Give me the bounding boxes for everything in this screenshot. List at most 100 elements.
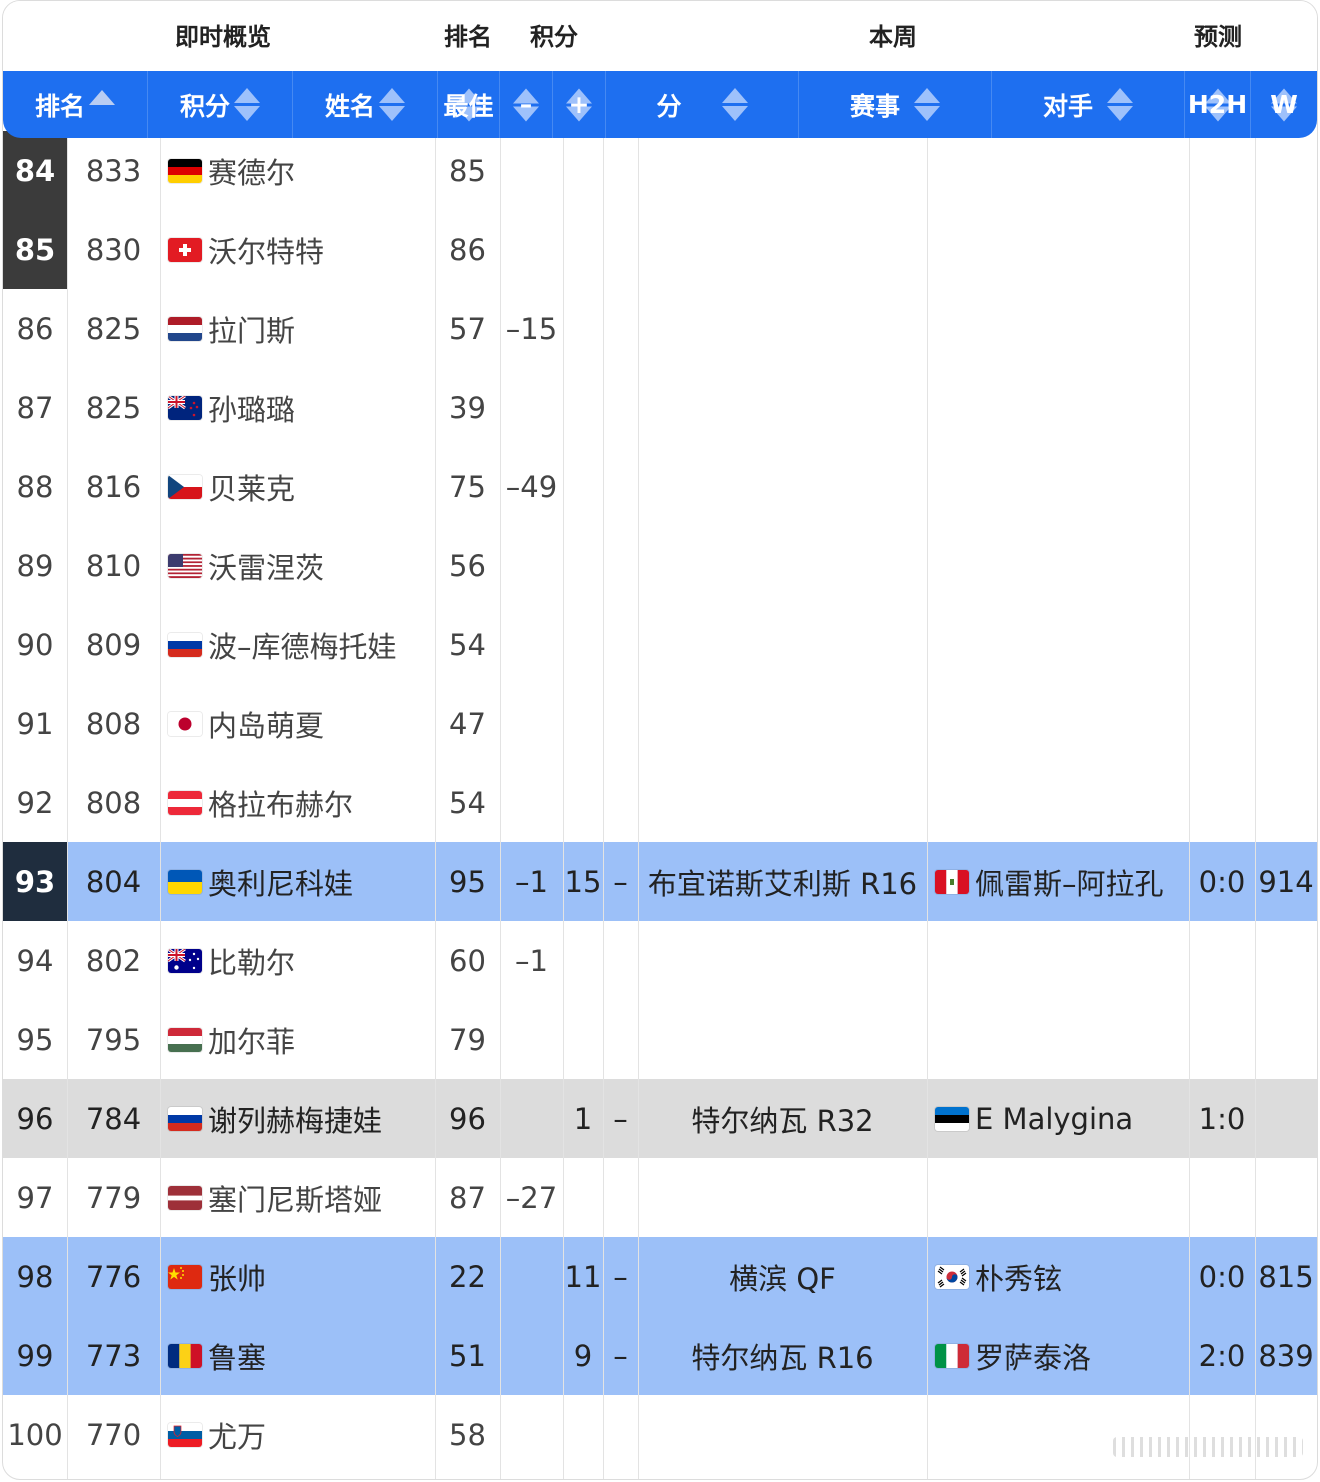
china-flag-icon <box>168 1264 202 1289</box>
table-row[interactable]: 94 802 比勒尔 60 –1 <box>3 921 1317 1000</box>
player-name-cell[interactable]: 张帅 <box>160 1237 435 1316</box>
rankings-table: 即时概览 排名 积分 本周 预测 排名 积分 姓名 最佳 – + 分 赛事 对手… <box>2 0 1318 1480</box>
player-name-cell[interactable]: 塞门尼斯塔娅 <box>160 1158 435 1237</box>
h2h-cell <box>1189 447 1255 526</box>
opponent-cell <box>927 1395 1189 1474</box>
austria-flag-icon <box>168 790 202 815</box>
netherlands-flag-icon <box>168 316 202 341</box>
player-name-cell[interactable]: 格拉布赫尔 <box>160 763 435 842</box>
next-points-cell <box>603 605 638 684</box>
player-name: 波–库德梅托娃 <box>208 629 397 664</box>
sort-plus-header[interactable]: + <box>553 71 606 138</box>
next-points-cell <box>603 1395 638 1474</box>
points-cell: 825 <box>85 390 142 425</box>
points-dropping-cell: –1 <box>515 943 548 978</box>
player-name-cell[interactable]: 沃雷涅茨 <box>160 526 435 605</box>
best-rank-cell: 51 <box>449 1338 486 1373</box>
player-name-cell[interactable]: 谢列赫梅捷娃 <box>160 1079 435 1158</box>
sort-event-header[interactable]: 赛事 <box>799 71 992 138</box>
w-points-cell <box>1255 1000 1317 1079</box>
rank-header-label: 排名 <box>34 91 85 121</box>
player-name-cell[interactable]: 尤万 <box>160 1395 435 1474</box>
player-name: 尤万 <box>208 1419 267 1454</box>
next-points-cell <box>603 684 638 763</box>
table-row[interactable]: 85 830 沃尔特特 86 <box>3 210 1317 289</box>
best-rank-cell: 39 <box>449 390 486 425</box>
table-row[interactable]: 84 833 赛德尔 85 <box>3 131 1317 210</box>
player-name-cell[interactable]: 内岛萌夏 <box>160 684 435 763</box>
rank-cell: 93 <box>3 842 67 921</box>
sort-name-header[interactable]: 姓名 <box>293 71 438 138</box>
sort-points-header[interactable]: 积分 <box>148 71 293 138</box>
points-cell: 830 <box>85 232 142 267</box>
sort-minus-header[interactable]: – <box>500 71 553 138</box>
table-row[interactable]: 97 779 塞门尼斯塔娅 87 –27 <box>3 1158 1317 1237</box>
w-points-cell <box>1255 368 1317 447</box>
player-name: 拉门斯 <box>208 313 296 348</box>
table-row[interactable]: 90 809 波–库德梅托娃 54 <box>3 605 1317 684</box>
rank-cell: 91 <box>16 706 54 741</box>
h2h-cell <box>1189 1000 1255 1079</box>
peru-flag-icon <box>935 869 969 894</box>
points-dropping-cell <box>500 1316 563 1395</box>
points-gained-cell <box>563 210 603 289</box>
best-rank-cell: 22 <box>449 1259 486 1294</box>
table-row[interactable]: 86 825 拉门斯 57 –15 <box>3 289 1317 368</box>
h2h-header-label: H2H <box>1187 90 1248 119</box>
table-row[interactable]: 87 825 孙璐璐 39 <box>3 368 1317 447</box>
player-name-cell[interactable]: 比勒尔 <box>160 921 435 1000</box>
rank-cell: 90 <box>16 627 54 662</box>
player-name-cell[interactable]: 孙璐璐 <box>160 368 435 447</box>
opponent-cell <box>927 210 1189 289</box>
sort-opponent-header[interactable]: 对手 <box>992 71 1185 138</box>
sort-rank-header[interactable]: 排名 <box>3 71 148 138</box>
w-points-cell <box>1255 447 1317 526</box>
points-dropping-cell <box>500 210 563 289</box>
player-name-cell[interactable]: 贝莱克 <box>160 447 435 526</box>
h2h-cell: 0:0 <box>1198 864 1246 899</box>
points-cell: 816 <box>85 469 142 504</box>
table-row[interactable]: 100 770 尤万 58 <box>3 1395 1317 1474</box>
player-name: 贝莱克 <box>208 471 296 506</box>
table-row[interactable]: 96 784 谢列赫梅捷娃 96 1– 特尔纳瓦 R32 E Malygina 1:0 <box>3 1079 1317 1158</box>
usa-flag-icon <box>168 553 202 578</box>
player-name: 塞门尼斯塔娅 <box>208 1182 383 1217</box>
player-name-cell[interactable]: 沃尔特特 <box>160 210 435 289</box>
table-row[interactable]: 99 773 鲁塞 51 9– 特尔纳瓦 R16 罗萨泰洛 2:0 839 <box>3 1316 1317 1395</box>
w-points-cell <box>1255 210 1317 289</box>
points-cell: 825 <box>85 311 142 346</box>
player-name-cell[interactable]: 拉门斯 <box>160 289 435 368</box>
points-gained-cell <box>563 526 603 605</box>
event-header-label: 赛事 <box>849 91 900 121</box>
slovenia-flag-icon <box>168 1422 202 1447</box>
rank-cell: 98 <box>16 1259 54 1294</box>
player-name-cell[interactable]: 鲁塞 <box>160 1316 435 1395</box>
event-cell <box>638 289 927 368</box>
player-name-cell[interactable]: 加尔菲 <box>160 1000 435 1079</box>
player-name-cell[interactable]: 奥利尼科娃 <box>160 842 435 921</box>
next-points-cell <box>603 289 638 368</box>
sort-w-header[interactable]: W <box>1251 71 1317 138</box>
table-row[interactable]: 98 776 张帅 22 11– 横滨 QF 朴秀铉 0:0 815 <box>3 1237 1317 1316</box>
points-gained-cell <box>563 921 603 1000</box>
table-row[interactable]: 88 816 贝莱克 75 –49 <box>3 447 1317 526</box>
w-points-cell <box>1255 131 1317 210</box>
w-points-cell <box>1255 684 1317 763</box>
points-cell: 808 <box>85 706 142 741</box>
player-name: 赛德尔 <box>208 155 296 190</box>
table-row[interactable]: 91 808 内岛萌夏 47 <box>3 684 1317 763</box>
rank-cell: 94 <box>16 943 54 978</box>
sort-best-header[interactable]: 最佳 <box>438 71 500 138</box>
event-cell <box>638 763 927 842</box>
table-row[interactable]: 95 795 加尔菲 79 <box>3 1000 1317 1079</box>
event-cell <box>638 368 927 447</box>
sort-week-points-header[interactable]: 分 <box>606 71 799 138</box>
player-name-cell[interactable]: 波–库德梅托娃 <box>160 605 435 684</box>
sort-h2h-header[interactable]: H2H <box>1185 71 1251 138</box>
w-points-cell: 815 <box>1258 1259 1314 1294</box>
player-name-cell[interactable]: 赛德尔 <box>160 131 435 210</box>
points-cell: 808 <box>85 785 142 820</box>
table-row[interactable]: 92 808 格拉布赫尔 54 <box>3 763 1317 842</box>
table-row[interactable]: 89 810 沃雷涅茨 56 <box>3 526 1317 605</box>
table-row[interactable]: 93 804 奥利尼科娃 95 –1 15– 布宜诺斯艾利斯 R16 佩雷斯–阿拉孔 0:0 91… <box>3 842 1317 921</box>
